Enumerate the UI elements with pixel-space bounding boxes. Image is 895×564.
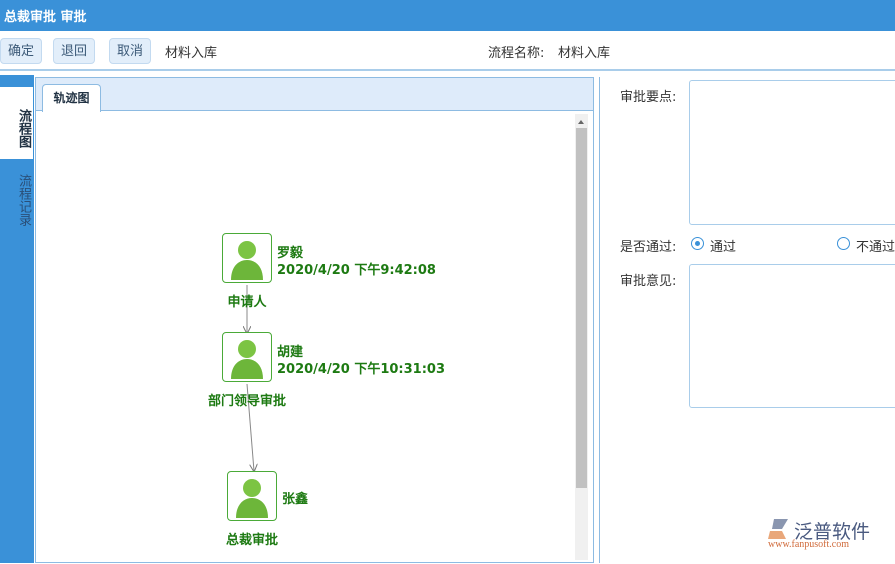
flow-node[interactable] xyxy=(222,332,272,382)
window-title: 总裁审批 审批 xyxy=(0,0,895,31)
flow-node[interactable] xyxy=(222,233,272,283)
pass-radio[interactable] xyxy=(691,237,704,250)
points-textarea[interactable] xyxy=(689,80,895,225)
side-tabs: 流程图 流程记录 xyxy=(0,75,34,563)
document-name: 材料入库 xyxy=(165,46,218,61)
node-time: 2020/4/20 下午10:31:03 xyxy=(277,362,446,377)
pass-label: 是否通过: xyxy=(620,240,677,255)
cancel-button[interactable]: 取消 xyxy=(109,38,152,64)
confirm-button[interactable]: 确定 xyxy=(0,38,43,64)
track-panel: 轨迹图 罗毅 2020/4/20 下午9:42:08 申请人 胡建 2020/4… xyxy=(35,77,594,563)
fail-option: 不通过 xyxy=(856,240,895,255)
flow-name-value: 材料入库 xyxy=(558,46,611,61)
node-role: 总裁审批 xyxy=(225,533,279,548)
node-time: 2020/4/20 下午9:42:08 xyxy=(277,263,436,278)
opinion-label: 审批意见: xyxy=(620,274,677,289)
user-icon xyxy=(231,340,263,379)
node-user-name: 张鑫 xyxy=(282,492,309,507)
flow-name-label: 流程名称: xyxy=(488,46,545,61)
user-icon xyxy=(231,241,263,280)
side-tab-flowchart[interactable]: 流程图 xyxy=(0,87,33,159)
pass-option: 通过 xyxy=(710,240,737,255)
scrollbar[interactable] xyxy=(575,114,588,560)
flow-node[interactable] xyxy=(227,471,277,521)
approval-form: 审批要点: 是否通过: 通过 不通过 审批意见: 泛普软件 www.fanpus… xyxy=(599,77,895,563)
back-button[interactable]: 退回 xyxy=(53,38,96,64)
logo-icon xyxy=(768,519,788,539)
fail-radio[interactable] xyxy=(837,237,850,250)
points-label: 审批要点: xyxy=(620,90,677,105)
opinion-textarea[interactable] xyxy=(689,264,895,408)
toolbar: 确定 退回 取消 材料入库 流程名称: 材料入库 xyxy=(0,31,895,71)
user-icon xyxy=(236,479,268,518)
node-role: 部门领导审批 xyxy=(207,394,287,409)
side-tab-flow-record[interactable]: 流程记录 xyxy=(0,155,33,235)
fanpu-logo: 泛普软件 www.fanpusoft.com xyxy=(766,517,870,550)
node-role: 申请人 xyxy=(227,295,267,310)
